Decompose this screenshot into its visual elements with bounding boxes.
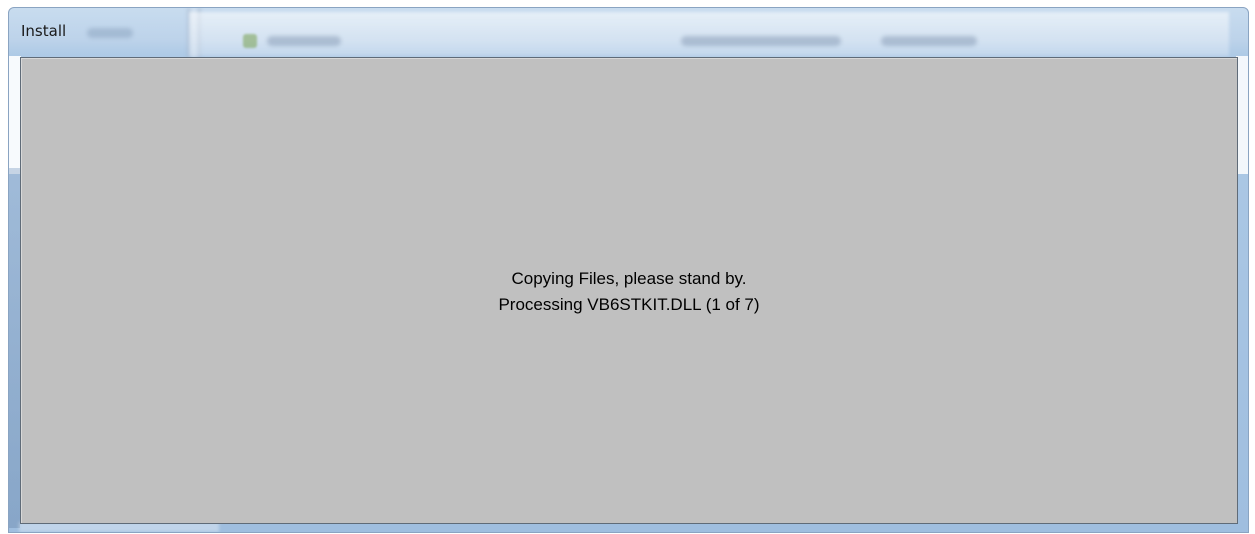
install-window: Install Copying Files, please stand by. … (8, 7, 1249, 533)
title-bar[interactable]: Install (9, 8, 1248, 57)
window-title: Install (21, 22, 67, 40)
dialog-client-area: Copying Files, please stand by. Processi… (20, 57, 1238, 524)
status-line-copying: Copying Files, please stand by. (511, 269, 747, 288)
blurred-panel (9, 168, 20, 528)
status-line-processing: Processing VB6STKIT.DLL (1 of 7) (498, 295, 760, 314)
status-message: Copying Files, please stand by. Processi… (21, 266, 1237, 318)
